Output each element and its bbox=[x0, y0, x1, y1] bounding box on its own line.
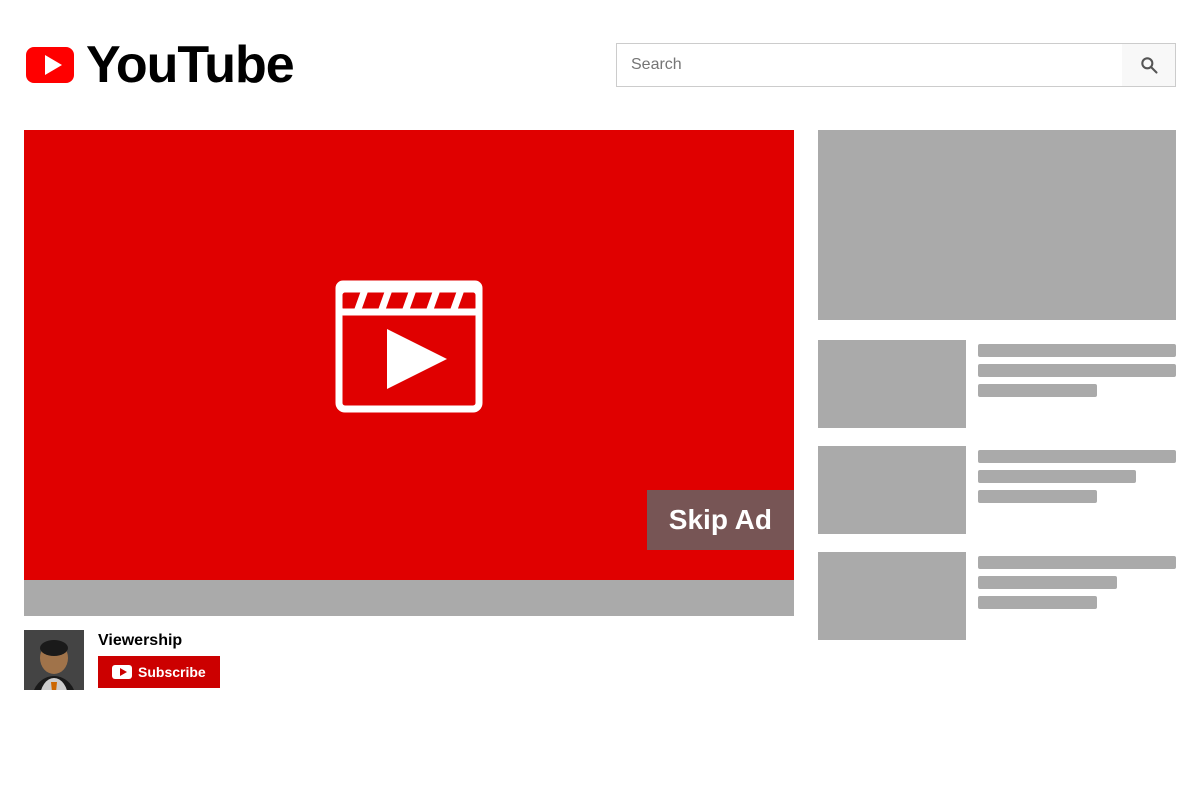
related-videos-list bbox=[818, 340, 1176, 640]
video-clapperboard-icon bbox=[329, 259, 489, 419]
video-player[interactable]: Skip Ad bbox=[24, 130, 794, 580]
site-header: YouTube bbox=[0, 0, 1200, 130]
video-progress-bar[interactable] bbox=[24, 580, 794, 616]
related-title-line1 bbox=[978, 344, 1176, 357]
related-thumbnail bbox=[818, 552, 966, 640]
subscribe-button[interactable]: Subscribe bbox=[98, 656, 220, 688]
video-column: Skip Ad bbox=[24, 130, 794, 798]
related-item[interactable] bbox=[818, 340, 1176, 428]
skip-ad-button[interactable]: Skip Ad bbox=[647, 490, 794, 550]
youtube-logo-icon bbox=[24, 39, 76, 91]
related-title-line2 bbox=[978, 364, 1176, 377]
channel-name: Viewership bbox=[98, 632, 220, 650]
related-thumbnail bbox=[818, 340, 966, 428]
related-text bbox=[978, 446, 1176, 503]
related-title-line3 bbox=[978, 596, 1097, 609]
related-text bbox=[978, 340, 1176, 397]
search-icon bbox=[1139, 55, 1159, 75]
search-area bbox=[616, 43, 1176, 87]
channel-row: Viewership Subscribe bbox=[24, 616, 794, 690]
logo-area: YouTube bbox=[24, 35, 294, 95]
related-item[interactable] bbox=[818, 446, 1176, 534]
main-content: Skip Ad bbox=[0, 130, 1200, 798]
sidebar-banner-ad bbox=[818, 130, 1176, 320]
related-title-line3 bbox=[978, 384, 1097, 397]
related-text bbox=[978, 552, 1176, 609]
channel-avatar bbox=[24, 630, 84, 690]
related-item[interactable] bbox=[818, 552, 1176, 640]
site-title: YouTube bbox=[86, 35, 294, 95]
related-thumbnail bbox=[818, 446, 966, 534]
subscribe-youtube-icon bbox=[112, 665, 132, 679]
search-input[interactable] bbox=[616, 43, 1122, 87]
subscribe-label: Subscribe bbox=[138, 664, 206, 680]
search-button[interactable] bbox=[1122, 43, 1176, 87]
channel-info: Viewership Subscribe bbox=[98, 632, 220, 688]
related-title-line2 bbox=[978, 576, 1117, 589]
related-title-line1 bbox=[978, 450, 1176, 463]
related-title-line2 bbox=[978, 470, 1136, 483]
avatar-image bbox=[24, 630, 84, 690]
related-title-line1 bbox=[978, 556, 1176, 569]
related-title-line3 bbox=[978, 490, 1097, 503]
sidebar bbox=[818, 130, 1176, 798]
